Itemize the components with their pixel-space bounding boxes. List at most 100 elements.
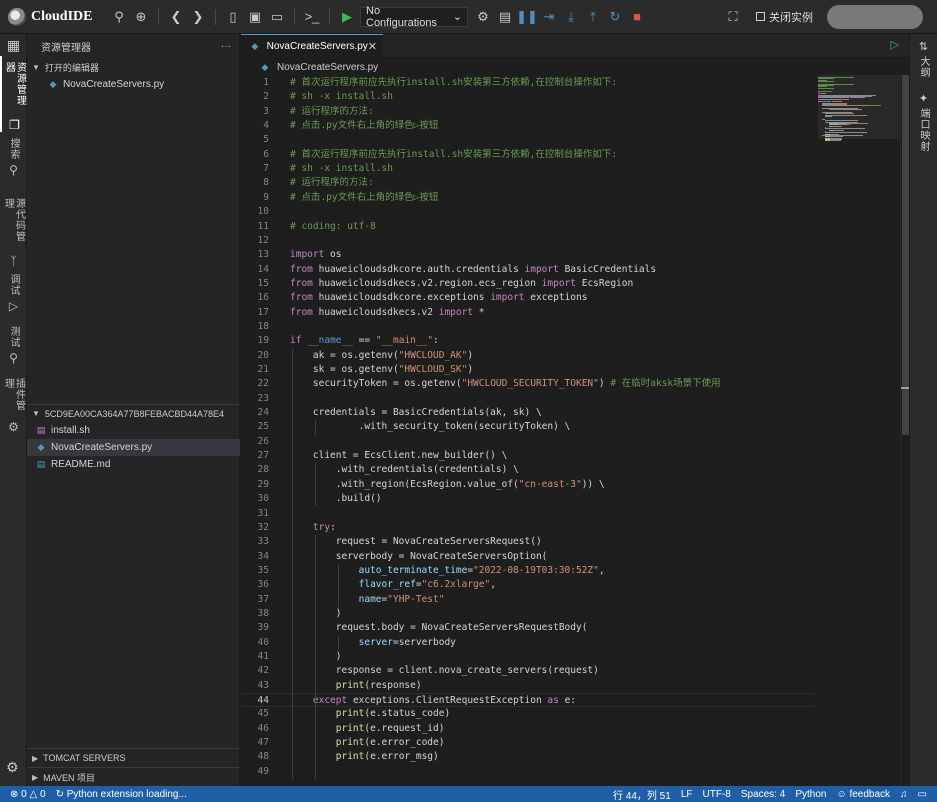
open-editor-item[interactable]: ◆ NovaCreateServers.py bbox=[27, 76, 239, 93]
code-line[interactable]: 9 # 点击.py文件右上角的绿色▷按钮 bbox=[241, 191, 815, 205]
settings-gear-icon[interactable]: ⚙ bbox=[6, 759, 19, 776]
code-line[interactable]: 8 # 运行程序的方法: bbox=[241, 176, 815, 190]
code-line[interactable]: 46 print(e.request_id) bbox=[241, 722, 815, 736]
code-line[interactable]: 5 bbox=[241, 133, 815, 147]
step-into-icon[interactable]: ⤓ bbox=[560, 6, 582, 28]
code-line[interactable]: 28 .with_credentials(credentials) \ bbox=[241, 463, 815, 477]
code-line[interactable]: 7 # sh -x install.sh bbox=[241, 162, 815, 176]
panel-toggle-icon[interactable]: ▭ bbox=[918, 789, 927, 800]
end-of-line[interactable]: LF bbox=[681, 789, 693, 800]
close-instance-button[interactable]: 关闭实例 bbox=[756, 9, 813, 25]
code-line[interactable]: 48 print(e.error_msg) bbox=[241, 750, 815, 764]
run-configuration-select[interactable]: No Configurations ⌄ bbox=[360, 5, 468, 29]
code-line[interactable]: 27 client = EcsClient.new_builder() \ bbox=[241, 449, 815, 463]
activity-debug[interactable]: 调试 ▷ bbox=[0, 268, 27, 320]
code-line[interactable]: 12 bbox=[241, 234, 815, 248]
code-line[interactable]: 45 print(e.status_code) bbox=[241, 707, 815, 721]
code-line[interactable]: 18 bbox=[241, 320, 815, 334]
code-line[interactable]: 22 securityToken = os.getenv("HWCLOUD_SE… bbox=[241, 377, 815, 391]
debug-console-icon[interactable]: ▤ bbox=[494, 6, 516, 28]
zoom-search-icon[interactable]: ⊕ bbox=[130, 6, 152, 28]
outline-tab[interactable]: ⇅ 大纲 bbox=[918, 40, 929, 78]
code-line[interactable]: 25 .with_security_token(securityToken) \ bbox=[241, 420, 815, 434]
pause-icon[interactable]: ❚❚ bbox=[516, 6, 538, 28]
user-account-button[interactable] bbox=[827, 4, 923, 29]
code-line[interactable]: 23 bbox=[241, 392, 815, 406]
code-line[interactable]: 20 ak = os.getenv("HWCLOUD_AK") bbox=[241, 349, 815, 363]
activity-test[interactable]: 测试 ⚲ bbox=[0, 320, 27, 372]
code-line[interactable]: 40 server=serverbody bbox=[241, 636, 815, 650]
scrollbar-thumb[interactable] bbox=[902, 75, 909, 435]
code-line[interactable]: 49 bbox=[241, 765, 815, 779]
code-line[interactable]: 11 # coding: utf-8 bbox=[241, 220, 815, 234]
code-line[interactable]: 26 bbox=[241, 435, 815, 449]
file-item-install-sh[interactable]: ▤ install.sh bbox=[27, 422, 240, 439]
open-editors-section[interactable]: ▼ 打开的编辑器 bbox=[27, 58, 239, 76]
activity-extensions[interactable]: 插件管理 ⚙ bbox=[0, 372, 27, 434]
code-line[interactable]: 44 except exceptions.ClientRequestExcept… bbox=[241, 693, 815, 708]
code-line[interactable]: 47 print(e.error_code) bbox=[241, 736, 815, 750]
code-line[interactable]: 16 from huaweicloudsdkcore.exceptions imp… bbox=[241, 291, 815, 305]
code-line[interactable]: 13 import os bbox=[241, 248, 815, 262]
encoding[interactable]: UTF-8 bbox=[702, 789, 730, 800]
code-line[interactable]: 33 request = NovaCreateServersRequest() bbox=[241, 535, 815, 549]
maven-section[interactable]: ▶ MAVEN 项目 bbox=[27, 767, 240, 786]
code-line[interactable]: 2 # sh -x install.sh bbox=[241, 90, 815, 104]
code-line[interactable]: 29 .with_region(EcsRegion.value_of("cn-e… bbox=[241, 478, 815, 492]
settings-gear-icon[interactable]: ⚙ bbox=[472, 6, 494, 28]
code-line[interactable]: 17 from huaweicloudsdkecs.v2 import * bbox=[241, 306, 815, 320]
code-line[interactable]: 37 name="YHP-Test" bbox=[241, 593, 815, 607]
open-folder-icon[interactable]: ▭ bbox=[266, 6, 288, 28]
forward-arrow-icon[interactable]: ❯ bbox=[187, 6, 209, 28]
step-out-icon[interactable]: ⤒ bbox=[582, 6, 604, 28]
extension-loading-status[interactable]: ↻ Python extension loading... bbox=[56, 789, 187, 800]
minimap[interactable] bbox=[818, 75, 900, 786]
code-line[interactable]: 32 try: bbox=[241, 521, 815, 535]
code-line[interactable]: 4 # 点击.py文件右上角的绿色▷按钮 bbox=[241, 119, 815, 133]
notifications-bell-icon[interactable]: ♫ bbox=[900, 789, 908, 800]
code-line[interactable]: 6 # 首次运行程序前应先执行install.sh安装第三方依赖,在控制台操作如下… bbox=[241, 148, 815, 162]
apps-grid-icon[interactable]: ▦ bbox=[0, 34, 27, 56]
code-editor[interactable]: 1 # 首次运行程序前应先执行install.sh安装第三方依赖,在控制台操作如下… bbox=[241, 75, 909, 786]
code-line[interactable]: 15 from huaweicloudsdkecs.v2.region.ecs_r… bbox=[241, 277, 815, 291]
terminal-icon[interactable]: >_ bbox=[301, 6, 323, 28]
feedback-button[interactable]: ☺ feedback bbox=[836, 789, 890, 800]
workspace-section[interactable]: ▼ 5CD9EA00CA364A77B8FEBACBD44A78E4 bbox=[27, 404, 240, 422]
tab-novacreateservers-py[interactable]: ◆ NovaCreateServers.py ✕ bbox=[241, 34, 383, 58]
code-line[interactable]: 3 # 运行程序的方法: bbox=[241, 105, 815, 119]
tomcat-servers-section[interactable]: ▶ TOMCAT SERVERS bbox=[27, 748, 240, 767]
problems-indicator[interactable]: ⊗ 0 △ 0 bbox=[10, 789, 46, 800]
close-tab-icon[interactable]: ✕ bbox=[368, 40, 377, 53]
more-actions-icon[interactable]: ··· bbox=[221, 41, 231, 52]
activity-explorer[interactable]: 资源管理器 ❐ bbox=[0, 56, 27, 132]
code-line[interactable]: 34 serverbody = NovaCreateServersOption( bbox=[241, 550, 815, 564]
run-icon[interactable]: ▶ bbox=[336, 6, 358, 28]
cursor-position[interactable]: 行 44，列 51 bbox=[613, 787, 671, 802]
step-over-icon[interactable]: ⇥ bbox=[538, 6, 560, 28]
code-line[interactable]: 31 bbox=[241, 507, 815, 521]
stop-icon[interactable]: ■ bbox=[626, 6, 648, 28]
fullscreen-icon[interactable]: ⛶ bbox=[722, 6, 744, 28]
code-line[interactable]: 30 .build() bbox=[241, 492, 815, 506]
port-mapping-tab[interactable]: ✦ 端口映射 bbox=[918, 92, 929, 152]
code-line[interactable]: 1 # 首次运行程序前应先执行install.sh安装第三方依赖,在控制台操作如下… bbox=[241, 76, 815, 90]
code-line[interactable]: 10 bbox=[241, 205, 815, 219]
activity-source-control[interactable]: 源代码管理 ᛉ bbox=[0, 192, 27, 268]
code-line[interactable]: 14 from huaweicloudsdkcore.auth.credentia… bbox=[241, 263, 815, 277]
restart-icon[interactable]: ↻ bbox=[604, 6, 626, 28]
file-item-readme-md[interactable]: ▤ README.md bbox=[27, 456, 240, 473]
code-line[interactable]: 39 request.body = NovaCreateServersReque… bbox=[241, 621, 815, 635]
run-python-file-icon[interactable]: ▷ bbox=[891, 38, 899, 51]
activity-search[interactable]: 搜索 ⚲ bbox=[0, 132, 27, 192]
editor-scrollbar[interactable] bbox=[900, 75, 910, 786]
code-line[interactable]: 42 response = client.nova_create_servers… bbox=[241, 664, 815, 678]
search-icon[interactable]: ⚲ bbox=[108, 6, 130, 28]
file-item-novacreateservers-py[interactable]: ◆ NovaCreateServers.py bbox=[27, 439, 240, 456]
breadcrumb-file[interactable]: NovaCreateServers.py bbox=[277, 62, 378, 73]
new-file-icon[interactable]: ▯ bbox=[222, 6, 244, 28]
code-line[interactable]: 35 auto_terminate_time="2022-08-19T03:30… bbox=[241, 564, 815, 578]
code-line[interactable]: 38 ) bbox=[241, 607, 815, 621]
code-line[interactable]: 36 flavor_ref="c6.2xlarge", bbox=[241, 578, 815, 592]
indentation[interactable]: Spaces: 4 bbox=[741, 789, 785, 800]
code-line[interactable]: 24 credentials = BasicCredentials(ak, sk… bbox=[241, 406, 815, 420]
